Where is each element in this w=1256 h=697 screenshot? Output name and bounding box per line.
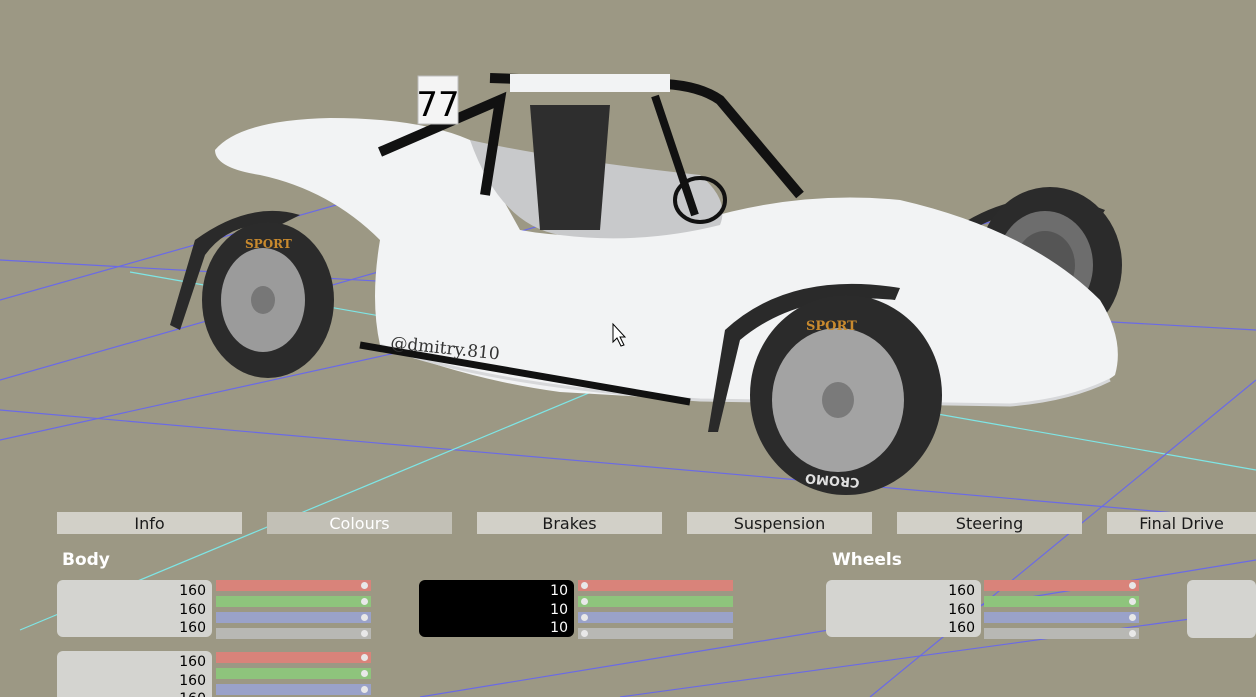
slider-handle[interactable] <box>361 630 368 637</box>
slider-handle[interactable] <box>1129 582 1136 589</box>
blue-slider[interactable] <box>578 612 733 623</box>
green-slider[interactable] <box>216 596 371 607</box>
alpha-slider[interactable] <box>578 628 733 639</box>
red-slider[interactable] <box>984 580 1139 591</box>
tab-colours[interactable]: Colours <box>267 512 452 534</box>
slider-handle[interactable] <box>361 686 368 693</box>
alpha-slider[interactable] <box>216 628 371 639</box>
tab-brakes[interactable]: Brakes <box>477 512 662 534</box>
slider-handle[interactable] <box>581 598 588 605</box>
race-number: 77 <box>416 85 459 125</box>
body-tertiary-sliders <box>216 652 371 697</box>
blue-slider[interactable] <box>216 612 371 623</box>
green-value: 160 <box>179 601 206 618</box>
wheels-primary-colour-swatch[interactable]: 160 160 160 <box>826 580 981 637</box>
slider-handle[interactable] <box>1129 614 1136 621</box>
red-value: 160 <box>179 654 206 670</box>
slider-handle[interactable] <box>361 670 368 677</box>
blue-value: 160 <box>57 690 206 697</box>
red-value: 10 <box>550 583 568 599</box>
red-value: 160 <box>948 583 975 599</box>
front-tyre-brand: SPORT <box>806 319 857 334</box>
body-primary-colour-swatch[interactable]: 160 160 160 <box>57 580 212 637</box>
body-tertiary-colour-swatch[interactable]: 160 160 160 <box>57 651 212 697</box>
red-slider[interactable] <box>216 652 371 663</box>
slider-handle[interactable] <box>581 630 588 637</box>
tab-suspension[interactable]: Suspension <box>687 512 872 534</box>
blue-slider[interactable] <box>216 684 371 695</box>
green-slider[interactable] <box>578 596 733 607</box>
wheels-secondary-colour-swatch[interactable] <box>1187 580 1256 638</box>
race-number-plate: 77 <box>416 75 460 125</box>
red-slider[interactable] <box>578 580 733 591</box>
blue-value: 10 <box>550 620 568 636</box>
body-section-label: Body <box>62 550 110 570</box>
slider-handle[interactable] <box>361 654 368 661</box>
green-slider[interactable] <box>984 596 1139 607</box>
slider-handle[interactable] <box>361 582 368 589</box>
slider-handle[interactable] <box>581 614 588 621</box>
wheels-section-label: Wheels <box>832 550 902 570</box>
green-value: 160 <box>179 672 206 689</box>
slider-handle[interactable] <box>1129 630 1136 637</box>
tab-final-drive[interactable]: Final Drive <box>1107 512 1256 534</box>
green-value: 10 <box>550 601 568 618</box>
slider-handle[interactable] <box>361 614 368 621</box>
alpha-slider[interactable] <box>984 628 1139 639</box>
blue-value: 160 <box>179 620 206 636</box>
slider-handle[interactable] <box>1129 598 1136 605</box>
tab-steering[interactable]: Steering <box>897 512 1082 534</box>
green-value: 160 <box>948 601 975 618</box>
slider-handle[interactable] <box>361 598 368 605</box>
body-secondary-colour-swatch[interactable]: 10 10 10 <box>419 580 574 637</box>
blue-slider[interactable] <box>984 612 1139 623</box>
slider-handle[interactable] <box>581 582 588 589</box>
blue-value: 160 <box>948 620 975 636</box>
green-slider[interactable] <box>216 668 371 679</box>
rear-left-wheel: SPORT <box>170 210 334 378</box>
tab-info[interactable]: Info <box>57 512 242 534</box>
red-slider[interactable] <box>216 580 371 591</box>
rear-tyre-brand: SPORT <box>245 237 292 251</box>
red-value: 160 <box>179 583 206 599</box>
car-body <box>215 73 1118 407</box>
